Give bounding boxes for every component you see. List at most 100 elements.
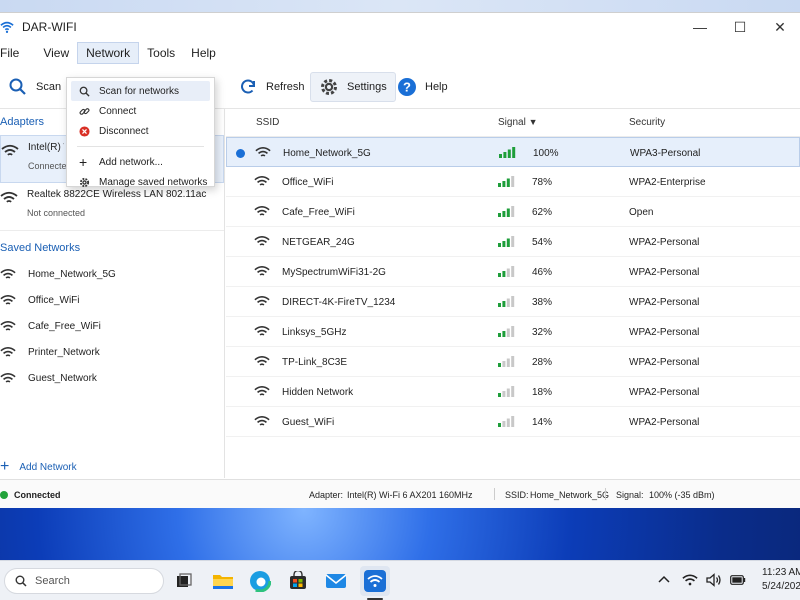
column-ssid[interactable]: SSID bbox=[256, 117, 279, 128]
menu-tools[interactable]: Tools bbox=[139, 42, 183, 64]
row-ssid: TP-Link_8C3E bbox=[282, 357, 348, 368]
table-row[interactable]: Cafe_Free_WiFi 62% Open bbox=[226, 197, 800, 227]
saved-network-item[interactable]: Guest_Network bbox=[0, 365, 224, 391]
table-row[interactable]: NETGEAR_24G 54% WPA2-Personal bbox=[226, 227, 800, 257]
row-security: WPA2-Personal bbox=[629, 237, 700, 248]
wifi-tray-icon[interactable] bbox=[682, 573, 698, 590]
mail-icon[interactable] bbox=[324, 569, 348, 593]
saved-networks-list: Home_Network_5G Office_WiFi Cafe_Free_WiFi… bbox=[0, 261, 224, 391]
task-view-icon[interactable] bbox=[172, 569, 196, 593]
menu-view[interactable]: View bbox=[35, 42, 77, 64]
column-signal[interactable]: Signal ▼ bbox=[498, 117, 538, 128]
row-signal: 100% bbox=[533, 148, 559, 159]
menu-item-label: Scan for networks bbox=[99, 85, 180, 97]
menu-network[interactable]: Network bbox=[77, 42, 140, 64]
table-row[interactable]: Home_Network_5G 100% WPA3-Personal bbox=[226, 137, 800, 167]
menu-item-disconnect[interactable]: Disconnect bbox=[71, 121, 210, 141]
row-security: Open bbox=[629, 207, 654, 218]
signal-bars-icon bbox=[498, 236, 515, 247]
menu-file[interactable]: File bbox=[0, 42, 27, 64]
ssid-label: SSID: bbox=[505, 490, 529, 500]
saved-network-item[interactable]: Printer_Network bbox=[0, 339, 224, 365]
status-bar: Connected Adapter: Intel(R) Wi-Fi 6 AX20… bbox=[0, 479, 800, 508]
help-label: Help bbox=[425, 81, 448, 93]
clock-time: 11:23 AM bbox=[762, 567, 800, 578]
adapter-name: Intel(R) Wi-Fi 6 AX201 160MHz bbox=[28, 142, 64, 153]
table-row[interactable]: DIRECT-4K-FireTV_1234 38% WPA2-Personal bbox=[226, 287, 800, 317]
row-signal: 18% bbox=[532, 387, 553, 398]
wifi-icon bbox=[254, 386, 270, 396]
wifi-icon bbox=[0, 372, 16, 383]
row-signal: 78% bbox=[532, 177, 553, 188]
clock[interactable]: 11:23 AM 5/24/2024 bbox=[762, 566, 800, 594]
dar-wifi-taskbar-icon[interactable] bbox=[360, 566, 390, 596]
row-security: WPA2-Enterprise bbox=[629, 177, 706, 188]
refresh-button[interactable]: Refresh bbox=[230, 72, 313, 102]
signal-bars-icon bbox=[498, 326, 515, 337]
wifi-icon bbox=[254, 266, 270, 276]
saved-network-item[interactable]: Cafe_Free_WiFi bbox=[0, 313, 224, 339]
menu-item-label: Manage saved networks bbox=[99, 176, 208, 188]
battery-icon[interactable] bbox=[730, 574, 746, 589]
help-button[interactable]: ? Help bbox=[389, 72, 456, 102]
maximize-button[interactable]: ☐ bbox=[720, 13, 760, 41]
row-ssid: Office_WiFi bbox=[282, 177, 334, 188]
connection-state: Connected bbox=[14, 490, 61, 500]
divider bbox=[605, 488, 606, 500]
menu-item-connect[interactable]: Connect bbox=[71, 101, 210, 121]
row-security: WPA2-Personal bbox=[629, 267, 700, 278]
chevron-up-icon[interactable] bbox=[658, 573, 670, 587]
table-row[interactable]: MySpectrumWiFi31-2G 46% WPA2-Personal bbox=[226, 257, 800, 287]
saved-network-item[interactable]: Home_Network_5G bbox=[0, 261, 224, 287]
settings-label: Settings bbox=[347, 81, 387, 93]
table-row[interactable]: Linksys_5GHz 32% WPA2-Personal bbox=[226, 317, 800, 347]
row-security: WPA2-Personal bbox=[629, 357, 700, 368]
adapter-label: Adapter: bbox=[309, 490, 344, 500]
title-bar: DAR-WIFI — ☐ ✕ bbox=[0, 13, 800, 41]
clock-date: 5/24/2024 bbox=[762, 581, 800, 592]
wifi-icon bbox=[1, 144, 19, 156]
wifi-app-icon bbox=[0, 21, 14, 33]
wifi-icon bbox=[255, 147, 271, 157]
menu-item-manage-saved-networks[interactable]: Manage saved networks bbox=[71, 172, 210, 192]
row-security: WPA2-Personal bbox=[629, 327, 700, 338]
menu-item-scan-for-networks[interactable]: Scan for networks bbox=[71, 81, 210, 101]
taskbar-search[interactable]: Search bbox=[4, 568, 164, 594]
table-row[interactable]: Office_WiFi 78% WPA2-Enterprise bbox=[226, 167, 800, 197]
menu-item-add-network[interactable]: + Add network... bbox=[71, 152, 210, 172]
settings-button[interactable]: Settings bbox=[310, 72, 396, 102]
sort-desc-icon: ▼ bbox=[528, 117, 538, 127]
wifi-icon bbox=[254, 236, 270, 246]
table-row[interactable]: Guest_WiFi 14% WPA2-Personal bbox=[226, 407, 800, 437]
minimize-button[interactable]: — bbox=[680, 13, 720, 41]
link-icon bbox=[79, 107, 90, 115]
saved-network-item[interactable]: Office_WiFi bbox=[0, 287, 224, 313]
ssid-value: Home_Network_5G bbox=[530, 490, 610, 500]
signal-label: Signal: bbox=[616, 490, 644, 500]
store-icon[interactable] bbox=[286, 569, 310, 593]
scan-button[interactable]: Scan bbox=[0, 72, 69, 102]
edge-browser-icon[interactable] bbox=[248, 569, 272, 593]
refresh-icon bbox=[241, 79, 255, 94]
row-signal: 54% bbox=[532, 237, 553, 248]
saved-network-label: Guest_Network bbox=[28, 372, 97, 384]
plus-icon: + bbox=[0, 458, 10, 475]
volume-icon[interactable] bbox=[706, 573, 722, 590]
wifi-icon bbox=[254, 296, 270, 306]
column-security[interactable]: Security bbox=[629, 117, 665, 128]
taskbar: Search 11:23 AM 5/24/2024 bbox=[0, 560, 800, 600]
file-explorer-icon[interactable] bbox=[211, 569, 235, 593]
gear-icon bbox=[321, 79, 337, 95]
menu-help[interactable]: Help bbox=[183, 42, 224, 64]
status-dot-icon bbox=[0, 491, 8, 499]
scan-label: Scan bbox=[36, 81, 62, 93]
row-ssid: NETGEAR_24G bbox=[282, 237, 355, 248]
wifi-icon bbox=[0, 346, 16, 357]
table-row[interactable]: TP-Link_8C3E 28% WPA2-Personal bbox=[226, 347, 800, 377]
app-window: DAR-WIFI — ☐ ✕ File View Network Tools H… bbox=[0, 12, 800, 508]
row-signal: 32% bbox=[532, 327, 553, 338]
close-button[interactable]: ✕ bbox=[760, 13, 800, 41]
table-row[interactable]: Hidden Network 18% WPA2-Personal bbox=[226, 377, 800, 407]
add-network-button[interactable]: + Add Network bbox=[0, 458, 77, 476]
row-ssid: MySpectrumWiFi31-2G bbox=[282, 267, 386, 278]
